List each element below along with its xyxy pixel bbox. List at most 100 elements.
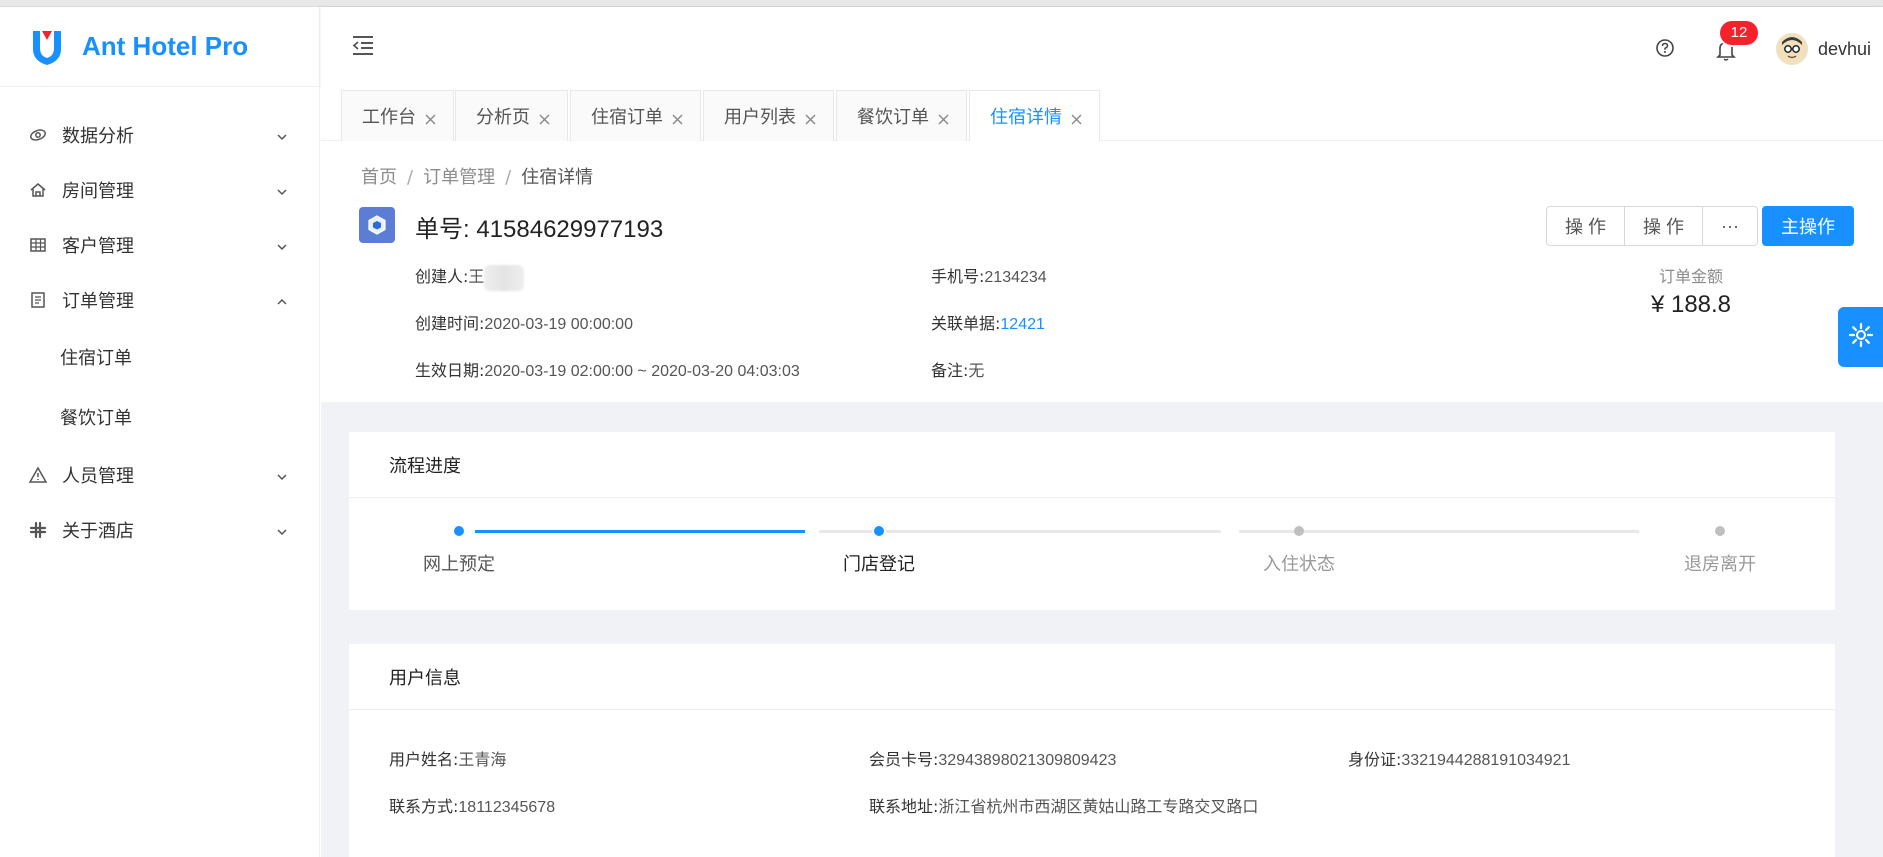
address-field: 联系地址:浙江省杭州市西湖区黄姑山路工专路交叉路口 (869, 797, 1259, 816)
sidebar-subitem-dining-orders[interactable]: 餐饮订单 (0, 387, 319, 447)
primary-action-button[interactable]: 主操作 (1762, 206, 1855, 246)
tab-lodging-orders[interactable]: 住宿订单 (570, 90, 701, 141)
effective-date-value: 2020-03-19 02:00:00 ~ 2020-03-20 04:03:0… (484, 363, 800, 380)
close-icon[interactable] (804, 110, 817, 124)
sidebar-item-about-hotel[interactable]: 关于酒店 (0, 502, 319, 557)
id-card-value: 3321944288191034921 (1401, 752, 1571, 769)
chevron-down-icon (275, 183, 289, 197)
page-tabs: 工作台 分析页 住宿订单 用户列表 餐饮订单 住宿详情 (321, 87, 1883, 141)
warning-icon (28, 465, 48, 485)
sidebar-item-label: 数据分析 (62, 125, 134, 147)
tab-label: 分析页 (476, 107, 530, 128)
action-button-2[interactable]: 操 作 (1624, 206, 1704, 246)
menu-fold-icon[interactable] (349, 33, 377, 57)
sidebar-item-label: 房间管理 (62, 180, 134, 202)
close-icon[interactable] (538, 110, 551, 124)
created-time-value: 2020-03-19 00:00:00 (484, 316, 633, 333)
step-label: 入住状态 (1263, 554, 1335, 575)
page-title: 单号: 41584629977193 (415, 216, 664, 243)
contact-value: 18112345678 (458, 799, 556, 816)
sidebar-item-customer-management[interactable]: 客户管理 (0, 217, 319, 272)
id-card-field: 身份证:3321944288191034921 (1348, 750, 1571, 769)
step-line-done (475, 530, 805, 533)
member-card-value: 32943898021309809423 (938, 752, 1117, 769)
sidebar-item-order-management[interactable]: 订单管理 (0, 272, 319, 327)
action-button-group: 操 作 操 作 ··· 主操作 (1546, 206, 1855, 246)
chevron-down-icon (275, 523, 289, 537)
window-top-border (0, 0, 1883, 7)
step-dot-current (872, 524, 886, 538)
redacted-blur (484, 264, 525, 291)
table-icon (28, 235, 48, 255)
close-icon[interactable] (1070, 110, 1083, 124)
close-icon[interactable] (937, 110, 950, 124)
main-content: 流程进度 网上预定 门店登记 入住状态 退房离开 用户信息 用户姓名:王青海 会… (321, 402, 1883, 857)
step-label: 门店登记 (843, 554, 915, 575)
app-title: Ant Hotel Pro (82, 31, 249, 61)
creator-field: 创建人:王 (415, 263, 525, 291)
breadcrumb-home[interactable]: 首页 (361, 167, 397, 188)
tab-label: 用户列表 (724, 107, 796, 128)
question-circle-icon[interactable] (1654, 37, 1676, 59)
chevron-up-icon (275, 293, 289, 307)
contact-field: 联系方式:18112345678 (389, 797, 556, 816)
sidebar-item-data-analysis[interactable]: 数据分析 (0, 107, 319, 162)
settings-drawer-button[interactable] (1838, 307, 1883, 367)
sidebar: Ant Hotel Pro 数据分析 房间管理 客户管理 订单管理 住宿订单 餐… (0, 7, 320, 857)
close-icon[interactable] (424, 110, 437, 124)
tab-user-list[interactable]: 用户列表 (703, 90, 834, 141)
user-info-card: 用户信息 用户姓名:王青海 会员卡号:32943898021309809423 … (349, 644, 1835, 857)
progress-title: 流程进度 (349, 432, 1835, 498)
sidebar-item-label: 订单管理 (62, 290, 134, 312)
address-value: 浙江省杭州市西湖区黄姑山路工专路交叉路口 (938, 799, 1259, 816)
tab-lodging-detail[interactable]: 住宿详情 (969, 90, 1100, 141)
home-icon (28, 180, 48, 200)
tab-label: 工作台 (362, 107, 416, 128)
tab-analysis[interactable]: 分析页 (455, 90, 568, 141)
avatar (1776, 33, 1808, 65)
sidebar-item-staff-management[interactable]: 人员管理 (0, 447, 319, 502)
chevron-down-icon (275, 468, 289, 482)
remark-value: 无 (968, 363, 985, 380)
username: devhui (1818, 38, 1872, 59)
member-card-field: 会员卡号:32943898021309809423 (869, 750, 1117, 769)
remark-field: 备注:无 (931, 361, 985, 380)
tab-workbench[interactable]: 工作台 (341, 90, 454, 141)
slack-icon (28, 520, 48, 540)
step-label: 网上预定 (423, 554, 495, 575)
step-dot-done (454, 526, 464, 536)
creator-value: 王 (468, 269, 485, 286)
breadcrumb-order-management[interactable]: 订单管理 (423, 167, 495, 188)
step-dot-wait (1294, 526, 1304, 536)
chevron-down-icon (275, 128, 289, 142)
sidebar-item-label: 关于酒店 (62, 520, 134, 542)
logo[interactable]: Ant Hotel Pro (0, 7, 319, 87)
page-header: 首页 / 订单管理 / 住宿详情 单号: 41584629977193 操 作 操 作 … (321, 141, 1883, 402)
phone-value: 2134234 (984, 269, 1047, 286)
close-icon[interactable] (671, 110, 684, 124)
sidebar-subitem-lodging-orders[interactable]: 住宿订单 (0, 327, 319, 387)
user-menu[interactable]: devhui (1776, 33, 1871, 65)
logo-icon (30, 27, 64, 67)
phone-field: 手机号:2134234 (931, 267, 1047, 286)
tab-label: 餐饮订单 (857, 107, 929, 128)
top-header: 12 devhui (321, 7, 1883, 87)
amount-label: 订单金额 (1658, 267, 1723, 286)
effective-date-field: 生效日期:2020-03-19 02:00:00 ~ 2020-03-20 04… (415, 361, 800, 380)
user-name-value: 王青海 (458, 752, 507, 769)
progress-card: 流程进度 网上预定 门店登记 入住状态 退房离开 (349, 432, 1835, 610)
step-dot-wait (1715, 526, 1725, 536)
action-button-1[interactable]: 操 作 (1546, 206, 1626, 246)
user-name-field: 用户姓名:王青海 (389, 750, 507, 769)
more-button[interactable]: ··· (1702, 206, 1759, 246)
sidebar-item-room-management[interactable]: 房间管理 (0, 162, 319, 217)
sidebar-item-label: 客户管理 (62, 235, 134, 257)
data-analysis-icon (28, 125, 48, 145)
created-time-field: 创建时间:2020-03-19 00:00:00 (415, 314, 633, 333)
sidebar-item-label: 人员管理 (62, 465, 134, 487)
notification-badge: 12 (1720, 21, 1758, 45)
tab-label: 住宿详情 (990, 107, 1062, 128)
order-icon (28, 290, 48, 310)
related-doc-link[interactable]: 12421 (1000, 316, 1045, 333)
tab-dining-orders[interactable]: 餐饮订单 (836, 90, 967, 141)
